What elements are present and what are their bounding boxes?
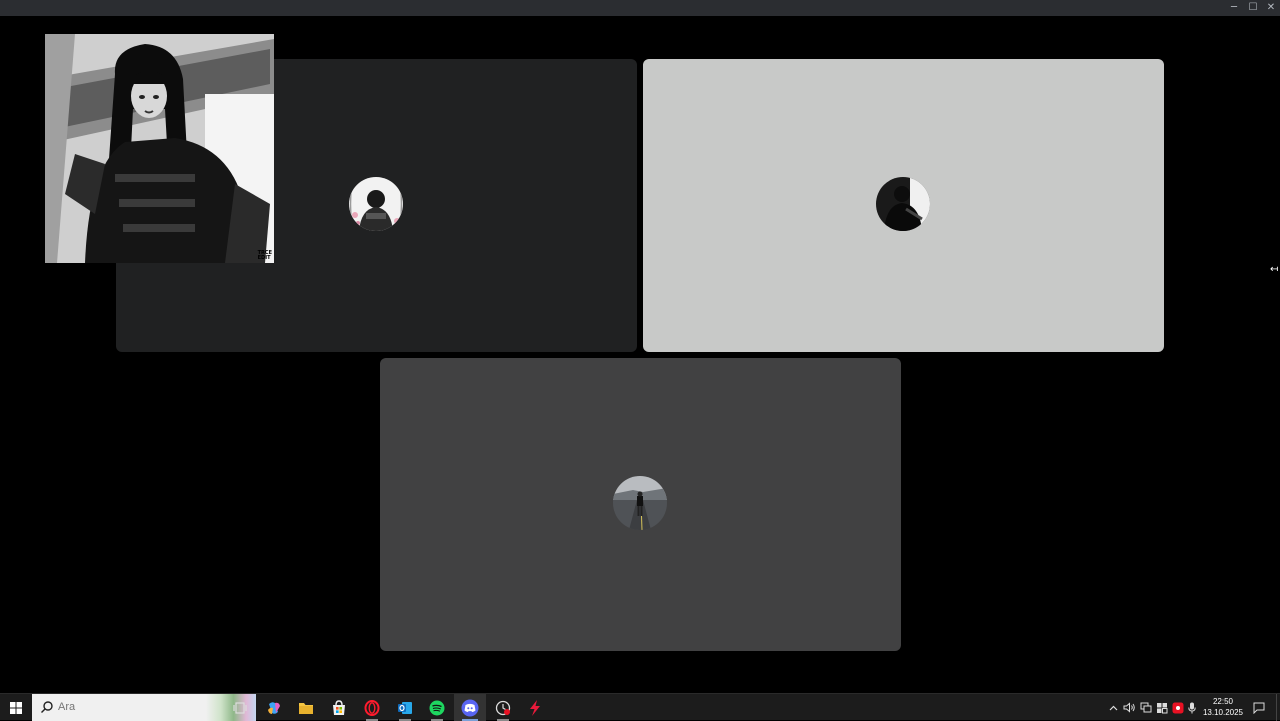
store-icon — [333, 699, 345, 715]
taskbar-search-box[interactable] — [32, 694, 256, 721]
folder-icon — [299, 702, 313, 714]
watermark-stamp: TRCE EDIT — [257, 250, 272, 261]
tray-microphone[interactable] — [1185, 694, 1199, 721]
outlook-icon — [398, 701, 412, 714]
taskbar-app-store[interactable] — [323, 694, 355, 721]
self-video-preview[interactable]: TRCE EDIT — [45, 34, 274, 263]
clock-app-icon — [495, 700, 511, 715]
tray-app-1[interactable] — [1154, 694, 1169, 721]
windows-logo-icon — [10, 701, 22, 714]
tray-app-icon — [1156, 702, 1167, 713]
minimize-button[interactable]: ─ — [1225, 0, 1243, 16]
taskbar-app-discord[interactable] — [454, 694, 486, 721]
copilot-icon — [268, 701, 280, 714]
title-bar: ─ ☐ ✕ — [0, 0, 1280, 16]
tray-overflow-chevron[interactable] — [1106, 694, 1120, 721]
lightning-icon — [530, 699, 540, 716]
notification-center-button[interactable] — [1250, 694, 1268, 721]
tray-network[interactable] — [1138, 694, 1153, 721]
taskbar-app-opera[interactable] — [356, 694, 388, 721]
start-button[interactable] — [0, 694, 32, 721]
microphone-icon — [1188, 702, 1196, 713]
show-desktop-button[interactable] — [1276, 694, 1280, 721]
task-view-icon — [233, 701, 247, 714]
discord-icon — [461, 699, 479, 716]
taskbar-app-spotify[interactable] — [421, 694, 453, 721]
clock-time: 22:50 — [1212, 697, 1234, 706]
participant-avatar-2 — [876, 177, 930, 231]
search-icon — [41, 701, 53, 713]
participant-avatar-1 — [349, 177, 403, 231]
self-preview-illustration — [45, 34, 274, 263]
volume-icon — [1123, 702, 1135, 713]
taskbar-app-clock[interactable] — [487, 694, 519, 721]
taskbar-app-copilot[interactable] — [258, 694, 290, 721]
opera-icon — [364, 699, 380, 716]
network-icon — [1140, 702, 1151, 713]
taskbar-app-task-view[interactable] — [224, 694, 256, 721]
tray-recording[interactable] — [1170, 694, 1185, 721]
taskbar-app-file-explorer[interactable] — [290, 694, 322, 721]
collapse-arrow-icon[interactable]: ↤ — [1270, 263, 1280, 277]
participant-tile-3[interactable] — [380, 358, 901, 651]
search-input[interactable] — [58, 694, 178, 721]
clock-date: 13.10.2025 — [1202, 708, 1244, 717]
notification-icon — [1253, 702, 1265, 714]
taskbar-app-red[interactable] — [519, 694, 551, 721]
tray-volume[interactable] — [1121, 694, 1137, 721]
participant-avatar-3 — [613, 476, 667, 530]
participant-tile-2[interactable] — [643, 59, 1164, 352]
spotify-icon — [429, 700, 445, 715]
tray-clock[interactable]: 22:50 13.10.2025 — [1200, 696, 1246, 718]
record-icon — [1172, 702, 1183, 713]
taskbar: 22:50 13.10.2025 — [0, 693, 1280, 721]
maximize-button[interactable]: ☐ — [1244, 0, 1262, 16]
taskbar-app-outlook[interactable] — [389, 694, 421, 721]
close-button[interactable]: ✕ — [1262, 0, 1280, 16]
chevron-up-icon — [1109, 705, 1117, 710]
